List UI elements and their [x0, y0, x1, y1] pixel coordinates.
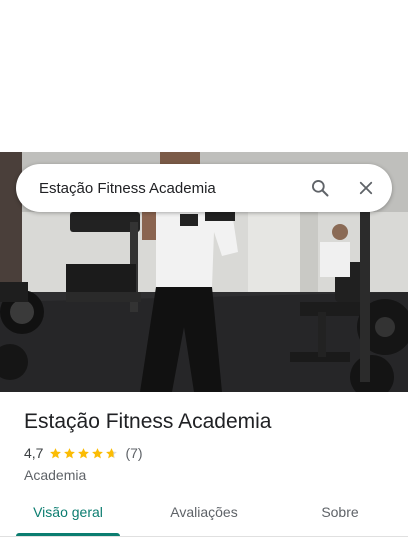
review-count[interactable]: (7) — [125, 445, 142, 461]
star-icon — [106, 447, 118, 458]
tab-about[interactable]: Sobre — [272, 496, 408, 536]
tab-label: Sobre — [321, 504, 359, 520]
rating-value: 4,7 — [24, 445, 44, 461]
tab-label: Visão geral — [33, 504, 103, 520]
place-info: Estação Fitness Academia 4,7 (7) Academi… — [24, 406, 394, 484]
search-icon[interactable] — [304, 172, 336, 204]
rating-row[interactable]: 4,7 (7) — [24, 444, 394, 462]
search-input[interactable]: Estação Fitness Academia — [39, 180, 290, 197]
star-icon — [78, 447, 90, 458]
search-bar[interactable]: Estação Fitness Academia — [16, 164, 392, 212]
map-blank-area — [0, 0, 408, 152]
place-category[interactable]: Academia — [24, 466, 394, 484]
tab-overview[interactable]: Visão geral — [0, 496, 136, 536]
place-tabs: Visão geral Avaliações Sobre — [0, 496, 408, 536]
place-title: Estação Fitness Academia — [24, 410, 272, 433]
tabs-divider — [0, 536, 408, 537]
close-icon[interactable] — [350, 172, 382, 204]
star-icon — [92, 447, 104, 458]
star-icon — [50, 447, 62, 458]
tab-reviews[interactable]: Avaliações — [136, 496, 272, 536]
tab-label: Avaliações — [170, 504, 238, 520]
rating-stars — [49, 447, 119, 460]
star-icon — [64, 447, 76, 458]
